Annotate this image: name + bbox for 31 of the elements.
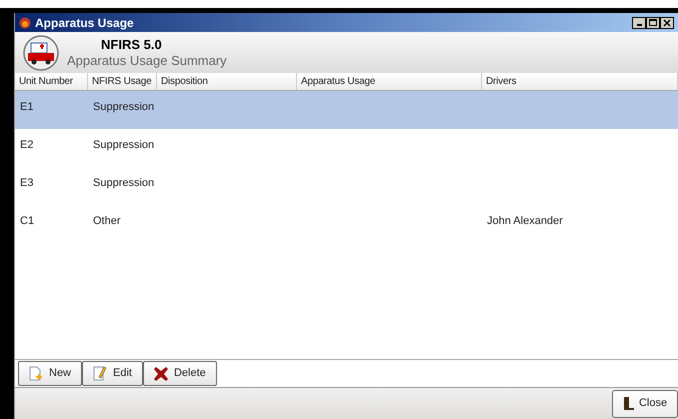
table-cell: E2 xyxy=(20,139,34,151)
table-cell: C1 xyxy=(20,215,34,227)
table-cell: Suppression xyxy=(93,101,154,113)
maximize-button[interactable] xyxy=(646,16,660,28)
column-header[interactable]: Apparatus Usage xyxy=(297,73,482,90)
header-title: NFIRS 5.0 xyxy=(101,36,163,52)
app-icon xyxy=(19,16,31,28)
delete-x-icon xyxy=(154,366,168,380)
window-title: Apparatus Usage xyxy=(35,14,134,32)
pencil-paper-icon xyxy=(93,366,108,381)
edit-button[interactable]: Edit xyxy=(82,361,143,386)
table-cell: Suppression xyxy=(93,139,154,151)
table-cell: Other xyxy=(93,215,121,227)
header-subtitle: Apparatus Usage Summary xyxy=(67,52,227,68)
close-button[interactable] xyxy=(660,16,674,28)
new-document-icon xyxy=(29,366,43,381)
table-row[interactable]: E1 Suppression xyxy=(15,91,678,129)
close-icon xyxy=(663,18,671,26)
table-cell: Suppression xyxy=(93,177,154,189)
column-header[interactable]: NFIRS Usage xyxy=(88,73,157,90)
table-cell: E1 xyxy=(20,101,34,113)
fire-truck-icon xyxy=(23,34,59,70)
column-header[interactable]: Disposition xyxy=(157,73,297,90)
table-cell: E3 xyxy=(20,177,34,189)
delete-button[interactable]: Delete xyxy=(142,361,217,386)
close-window-button[interactable]: Close xyxy=(612,390,678,418)
minimize-button[interactable] xyxy=(632,16,646,28)
column-header[interactable]: Drivers xyxy=(482,73,678,90)
column-header[interactable]: Unit Number xyxy=(15,73,88,90)
new-button[interactable]: New xyxy=(18,361,82,386)
table-cell: John Alexander xyxy=(487,215,563,227)
